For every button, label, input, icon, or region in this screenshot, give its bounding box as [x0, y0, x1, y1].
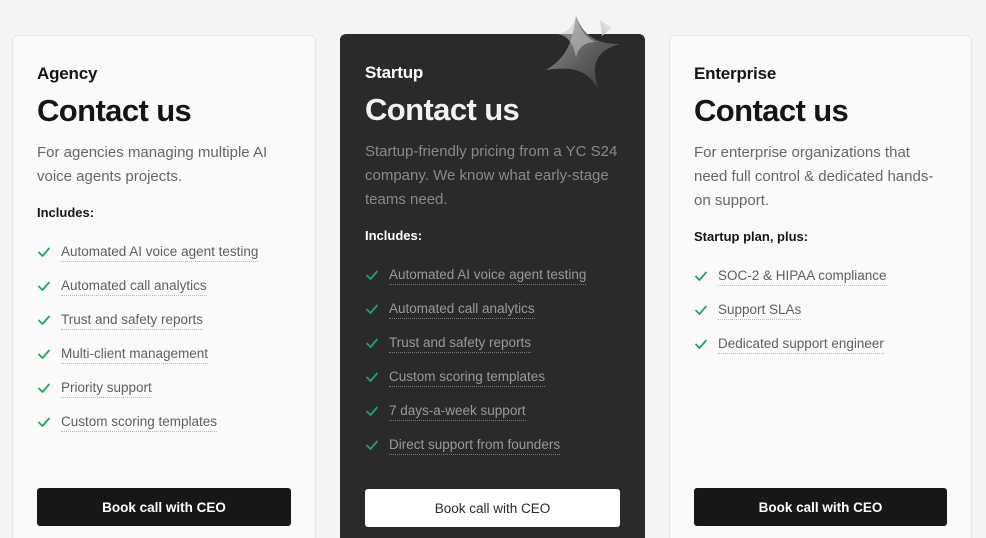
feature-label[interactable]: Trust and safety reports [389, 334, 532, 353]
feature-label[interactable]: Automated AI voice agent testing [389, 266, 587, 285]
check-icon [37, 245, 51, 259]
feature-list: Automated AI voice agent testing Automat… [365, 258, 620, 462]
plan-description: For agencies managing multiple AI voice … [37, 144, 268, 186]
includes-label: Includes: [365, 228, 423, 244]
check-icon [37, 347, 51, 361]
check-icon [365, 438, 379, 452]
feature-list: Automated AI voice agent testing Automat… [37, 235, 291, 439]
check-icon [365, 370, 379, 384]
book-call-button[interactable]: Book call with CEO [37, 488, 291, 526]
feature-list: SOC-2 & HIPAA compliance Support SLAs De… [694, 259, 947, 361]
feature-item: Support SLAs [694, 293, 947, 327]
feature-item: Trust and safety reports [365, 326, 620, 360]
plan-price: Contact us [694, 93, 849, 128]
feature-label[interactable]: Support SLAs [718, 301, 802, 320]
star-icon [546, 16, 620, 88]
plan-card-agency: Agency Contact us For agencies managing … [12, 35, 316, 538]
feature-label[interactable]: SOC-2 & HIPAA compliance [718, 267, 887, 286]
feature-item: Direct support from founders [365, 428, 620, 462]
feature-label[interactable]: Dedicated support engineer [718, 335, 884, 354]
plan-description: For enterprise organizations that need f… [694, 144, 934, 210]
feature-label[interactable]: Automated call analytics [389, 300, 535, 319]
includes-label: Startup plan, plus: [694, 229, 809, 245]
feature-item: Dedicated support engineer [694, 327, 947, 361]
includes-label: Includes: [37, 205, 95, 221]
pricing-section: Agency Contact us For agencies managing … [0, 0, 986, 538]
feature-item: Multi-client management [37, 337, 291, 371]
feature-label[interactable]: Custom scoring templates [389, 368, 546, 387]
feature-item: Automated AI voice agent testing [37, 235, 291, 269]
feature-label[interactable]: 7 days-a-week support [389, 402, 526, 421]
feature-label[interactable]: Multi-client management [61, 345, 209, 364]
plan-price: Contact us [365, 92, 520, 127]
check-icon [694, 269, 708, 283]
feature-label[interactable]: Automated AI voice agent testing [61, 243, 259, 262]
check-icon [694, 303, 708, 317]
check-icon [365, 302, 379, 316]
feature-item: Automated call analytics [37, 269, 291, 303]
check-icon [365, 336, 379, 350]
feature-item: Priority support [37, 371, 291, 405]
check-icon [365, 404, 379, 418]
feature-item: Trust and safety reports [37, 303, 291, 337]
feature-label[interactable]: Automated call analytics [61, 277, 207, 296]
book-call-button[interactable]: Book call with CEO [365, 489, 620, 527]
plan-tier: Agency [37, 64, 98, 83]
feature-label[interactable]: Custom scoring templates [61, 413, 218, 432]
feature-label[interactable]: Direct support from founders [389, 436, 561, 455]
feature-label[interactable]: Trust and safety reports [61, 311, 204, 330]
plan-card-enterprise: Enterprise Contact us For enterprise org… [669, 35, 972, 538]
feature-label[interactable]: Priority support [61, 379, 152, 398]
check-icon [37, 381, 51, 395]
check-icon [37, 279, 51, 293]
book-call-button[interactable]: Book call with CEO [694, 488, 947, 526]
feature-item: Custom scoring templates [37, 405, 291, 439]
plan-tier: Enterprise [694, 64, 777, 83]
feature-item: Custom scoring templates [365, 360, 620, 394]
check-icon [37, 415, 51, 429]
feature-item: 7 days-a-week support [365, 394, 620, 428]
feature-item: Automated call analytics [365, 292, 620, 326]
check-icon [37, 313, 51, 327]
feature-item: Automated AI voice agent testing [365, 258, 620, 292]
check-icon [365, 268, 379, 282]
feature-item: SOC-2 & HIPAA compliance [694, 259, 947, 293]
plan-card-startup: Startup Contact us Startup-friendly pric… [340, 34, 645, 538]
plan-description: Startup-friendly pricing from a YC S24 c… [365, 143, 618, 209]
plan-price: Contact us [37, 93, 192, 128]
check-icon [694, 337, 708, 351]
